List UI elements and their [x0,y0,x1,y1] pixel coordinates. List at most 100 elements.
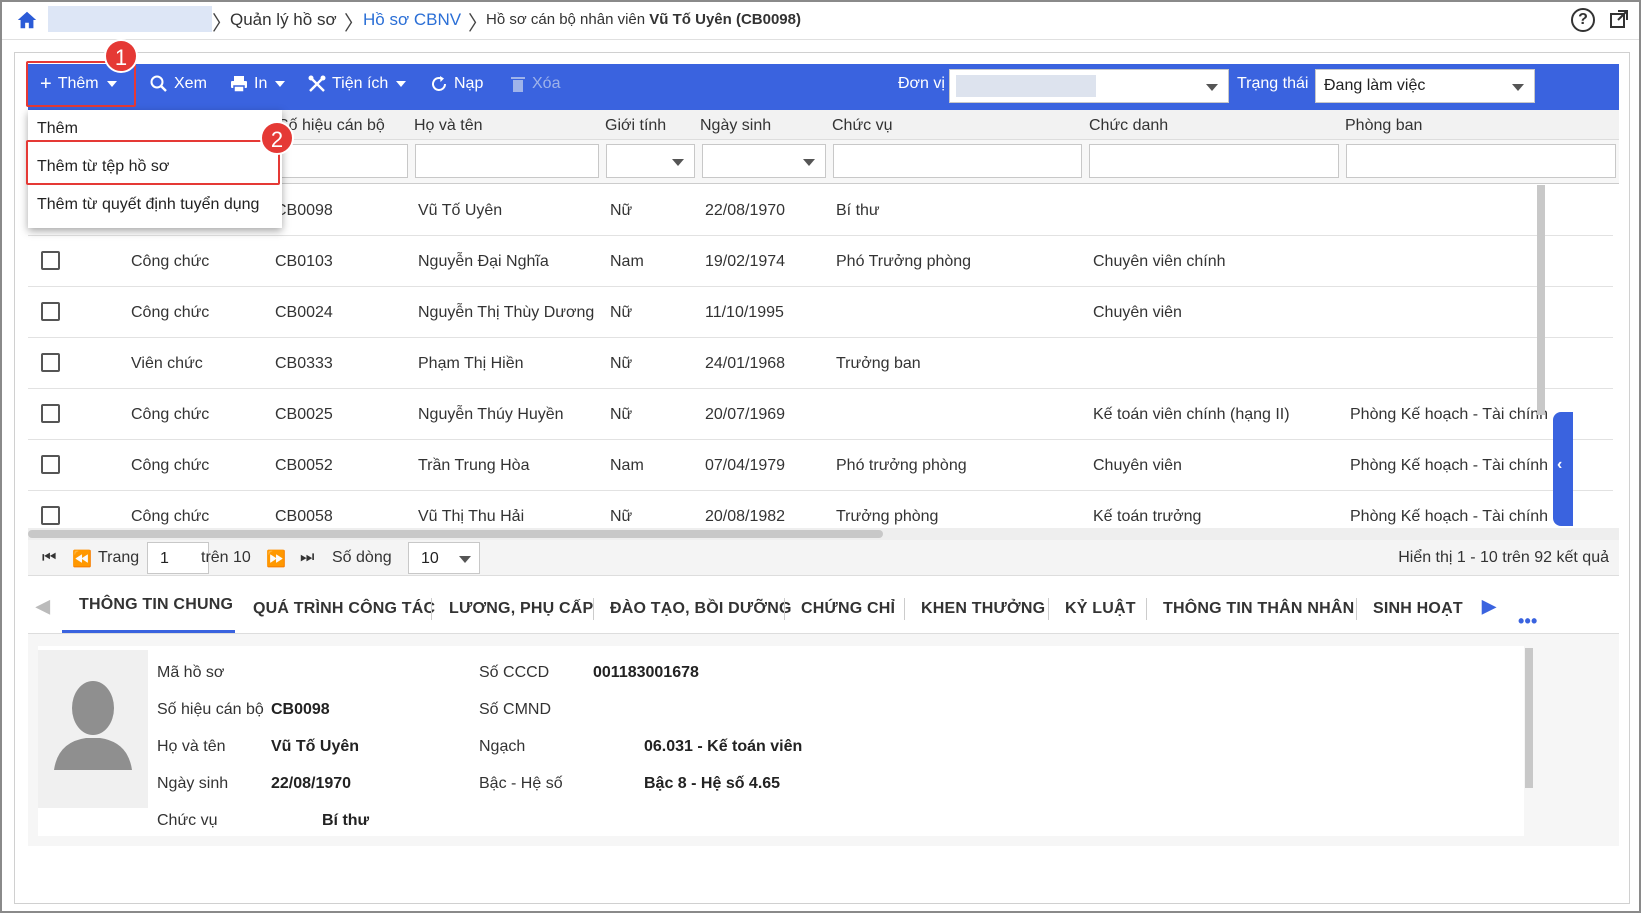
row-checkbox[interactable] [41,404,60,423]
tab-divider [593,598,594,620]
tabs-scroll-right-icon[interactable]: ▶ [1482,596,1496,617]
printer-icon [231,76,247,93]
cell-position: Trưởng phòng [836,508,939,525]
highlight-add-from-file [26,140,280,185]
row-checkbox[interactable] [41,455,60,474]
cell-code: CB0058 [275,508,333,525]
cell-name: Vũ Tố Uyên [418,202,503,219]
col-title[interactable]: Chức danh [1089,117,1168,135]
cell-name: Phạm Thị Hiền [418,355,524,372]
col-department[interactable]: Phòng ban [1345,117,1422,135]
col-dob[interactable]: Ngày sinh [700,117,771,135]
cell-dob: 19/02/1974 [705,253,786,270]
table-row[interactable]: Công chức CB0052 Trần Trung Hòa Nam 07/0… [28,440,1613,491]
external-link-icon[interactable] [1609,9,1629,29]
chevron-down-icon [459,556,471,563]
table-row[interactable]: Công chức CB0058 Vũ Thị Thu Hải Nữ 20/08… [28,491,1613,528]
more-icon[interactable]: ••• [1518,612,1538,630]
row-checkbox[interactable] [41,302,60,321]
chevron-down-icon [672,159,684,166]
tab-party-activities[interactable]: SINH HOẠT Đ [1373,600,1463,618]
tab-discipline[interactable]: KỶ LUẬT [1065,600,1136,618]
detail-panel: Mã hồ sơ Số hiệu cán bộ CB0098 Họ và tên… [28,634,1619,846]
rows-per-page-label: Số dòng [332,549,392,566]
detail-scrollbar[interactable] [1525,648,1533,788]
breadcrumb-current-prefix: Hồ sơ cán bộ nhân viên [486,11,646,28]
row-checkbox[interactable] [41,506,60,525]
tab-relatives[interactable]: THÔNG TIN THÂN NHÂN [1163,600,1354,618]
filter-position[interactable] [833,144,1082,178]
view-button[interactable]: Xem [150,75,207,93]
chevron-down-icon [1206,84,1218,91]
cell-code: CB0098 [275,202,333,219]
rows-per-page-select[interactable]: 10 [408,542,480,574]
cccd-label: Số CCCD [479,664,550,681]
table-row[interactable]: Viên chức CB0333 Phạm Thị Hiền Nữ 24/01/… [28,338,1613,389]
filter-gender[interactable] [606,144,695,178]
utilities-button[interactable]: Tiện ích [308,75,407,93]
table-row[interactable]: Công chức CB0025 Nguyễn Thúy Huyền Nữ 20… [28,389,1613,440]
chevron-right-icon: 〉 [212,13,232,35]
table-row[interactable]: Công chức CB0103 Nguyễn Đại Nghĩa Nam 19… [28,236,1613,287]
filter-dob[interactable] [702,144,826,178]
cell-position: Bí thư [836,202,880,219]
tab-divider [1146,598,1147,620]
delete-button[interactable]: Xóa [510,75,560,93]
col-gender[interactable]: Giới tính [605,117,666,135]
reload-button[interactable]: Nạp [430,75,483,93]
tab-general-info[interactable]: THÔNG TIN CHUNG [79,596,233,614]
unit-select[interactable] [949,69,1229,103]
tab-certificates[interactable]: CHỨNG CHỈ [801,600,895,618]
home-icon[interactable] [16,9,38,31]
table-horizontal-scrollbar[interactable] [28,528,1619,540]
dob-value: 22/08/1970 [271,775,352,792]
cell-name: Vũ Thị Thu Hải [418,508,525,525]
col-full-name[interactable]: Họ và tên [414,117,482,135]
utilities-button-label: Tiện ích [332,75,389,92]
level-value: Bậc 8 - Hệ số 4.65 [644,775,781,792]
filter-staff-code[interactable] [271,144,408,178]
breadcrumb-current: Hồ sơ cán bộ nhân viên Vũ Tố Uyên (CB009… [486,11,801,28]
tabs-scroll-left-icon[interactable]: ◀ [36,596,50,617]
col-staff-code[interactable]: Số hiệu cán bộ [278,117,385,135]
filter-full-name[interactable] [415,144,599,178]
tab-rewards[interactable]: KHEN THƯỞNG [921,600,1045,618]
help-icon[interactable]: ? [1571,8,1595,32]
table-vertical-scrollbar[interactable] [1537,185,1545,415]
page-input[interactable]: 1 [147,542,209,574]
col-position[interactable]: Chức vụ [832,117,893,135]
tab-training[interactable]: ĐÀO TẠO, BỒI DƯỠNG [610,600,792,618]
cell-type: Công chức [131,508,210,525]
breadcrumb-staff-records[interactable]: Hồ sơ CBNV [363,10,461,30]
prev-page-icon[interactable]: ⏪ [72,549,92,569]
status-select[interactable]: Đang làm việc [1315,69,1535,103]
active-tab-indicator [62,630,235,633]
cell-position: Phó Trưởng phòng [836,253,972,270]
results-summary: Hiển thị 1 - 10 trên 92 kết quả [1398,549,1609,566]
unit-label: Đơn vị [898,75,945,92]
tab-salary[interactable]: LƯƠNG, PHỤ CẤP [449,600,593,618]
table-row[interactable]: Công chức CB0024 Nguyễn Thị Thùy Dương N… [28,287,1613,338]
search-icon [150,75,167,92]
row-checkbox[interactable] [41,353,60,372]
chevron-down-icon [396,81,407,87]
row-checkbox[interactable] [41,251,60,270]
menu-item-add-from-decision[interactable]: Thêm từ quyết định tuyển dụng [28,186,282,224]
breadcrumb-manage-records[interactable]: Quản lý hồ sơ [230,10,337,30]
chevron-right-icon: 〉 [344,13,364,35]
tab-work-history[interactable]: QUÁ TRÌNH CÔNG TÁC [253,600,435,618]
next-page-icon[interactable]: ⏩ [266,549,286,569]
side-panel-toggle[interactable]: ‹ [1553,412,1573,526]
cell-code: CB0025 [275,406,333,423]
reload-button-label: Nạp [454,75,484,92]
first-page-icon[interactable]: ⏮ [42,549,56,567]
last-page-icon[interactable]: ⏭ [300,549,314,567]
filter-department[interactable] [1346,144,1616,178]
refresh-icon [432,76,446,91]
filter-title[interactable] [1089,144,1339,178]
print-button[interactable]: In [230,75,286,93]
scroll-thumb[interactable] [28,530,883,538]
view-button-label: Xem [174,75,207,92]
cell-name: Nguyễn Thị Thùy Dương [418,304,595,321]
staff-code-value: CB0098 [271,701,330,718]
